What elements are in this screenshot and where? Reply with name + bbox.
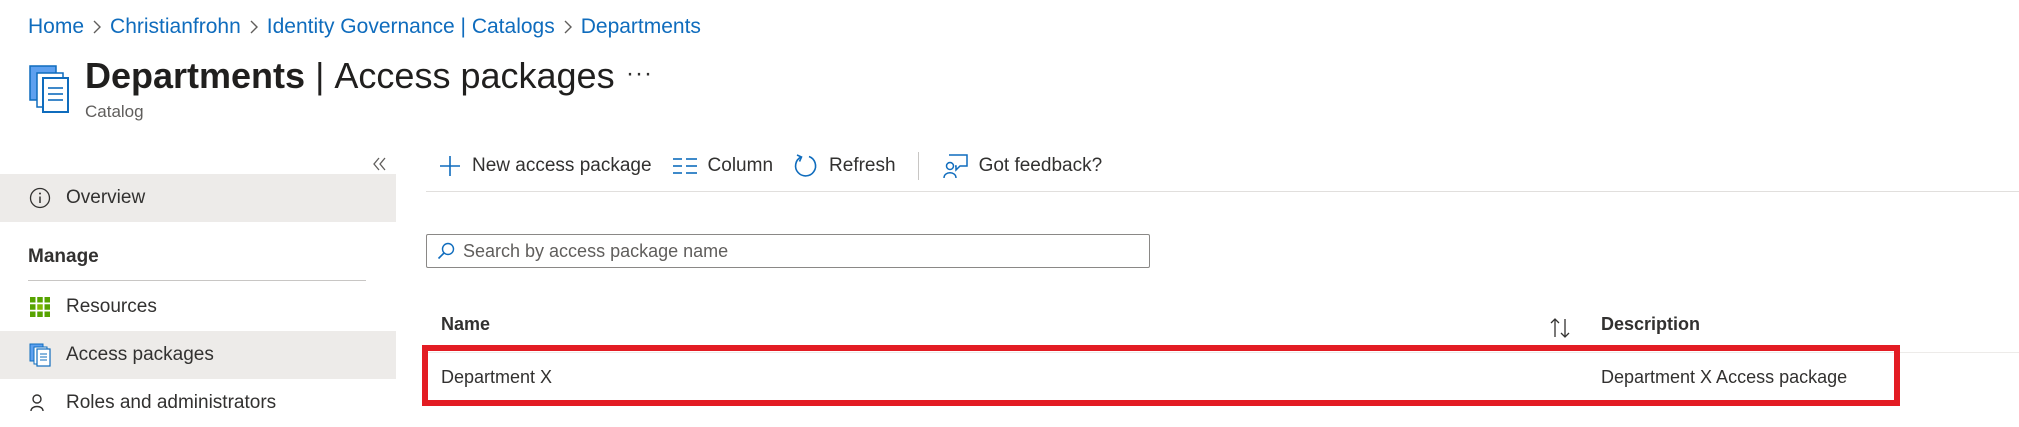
sidebar-item-overview[interactable]: Overview [0,174,396,222]
access-package-icon [28,343,52,367]
plus-icon [440,156,460,176]
sidebar-item-label: Roles and administrators [66,392,277,413]
info-icon [28,186,52,210]
columns-icon [672,158,697,174]
grid-icon [28,295,52,319]
feedback-icon [942,154,968,179]
chevron-right-icon [555,20,581,34]
command-bar: New access package Column Refresh Got fe… [428,146,1112,186]
column-label: Column [707,155,774,176]
column-button[interactable]: Column [662,146,783,186]
row-highlight-annotation [422,345,1900,406]
sidebar-item-label: Access packages [66,344,214,365]
sidebar-item-label: Overview [66,187,146,208]
feedback-label: Got feedback? [978,155,1103,176]
column-header-description[interactable]: Description [1601,314,1700,335]
new-access-package-label: New access package [472,155,652,176]
refresh-label: Refresh [829,155,896,176]
sidebar-item-resources[interactable]: Resources [0,283,396,331]
person-key-icon [28,391,52,415]
page-title: Departments | Access packages [85,52,615,100]
breadcrumb-tenant[interactable]: Christianfrohn [110,15,241,39]
double-chevron-left-icon [373,157,386,171]
feedback-button[interactable]: Got feedback? [931,146,1113,186]
page-title-separator: | [315,55,325,96]
page-subtitle: Catalog [85,102,144,121]
divider [426,191,2019,192]
page-title-name: Departments [85,55,306,96]
catalog-icon [28,64,70,114]
refresh-icon [794,154,817,177]
column-header-name[interactable]: Name [441,314,490,335]
collapse-sidebar-button[interactable] [368,152,392,176]
search-icon [437,242,455,260]
search-box[interactable] [426,234,1150,268]
chevron-right-icon [84,20,110,34]
breadcrumb-home[interactable]: Home [28,15,84,39]
search-input[interactable] [463,240,1103,262]
breadcrumb-catalogs[interactable]: Identity Governance | Catalogs [267,15,555,39]
page-title-section: Access packages [334,55,615,96]
sidebar-section-heading: Manage [28,246,99,267]
toolbar-divider [917,152,919,180]
refresh-button[interactable]: Refresh [783,146,906,186]
sidebar-item-label: Resources [66,296,157,317]
sidebar-item-access-packages[interactable]: Access packages [0,331,396,379]
sort-icon[interactable] [1548,316,1572,340]
divider [28,280,366,281]
chevron-right-icon [241,20,267,34]
breadcrumb-departments[interactable]: Departments [581,15,701,39]
sidebar-item-roles[interactable]: Roles and administrators [0,379,396,427]
breadcrumb: Home Christianfrohn Identity Governance … [28,12,701,42]
new-access-package-button[interactable]: New access package [428,146,662,186]
more-actions-button[interactable]: ··· [626,60,653,88]
